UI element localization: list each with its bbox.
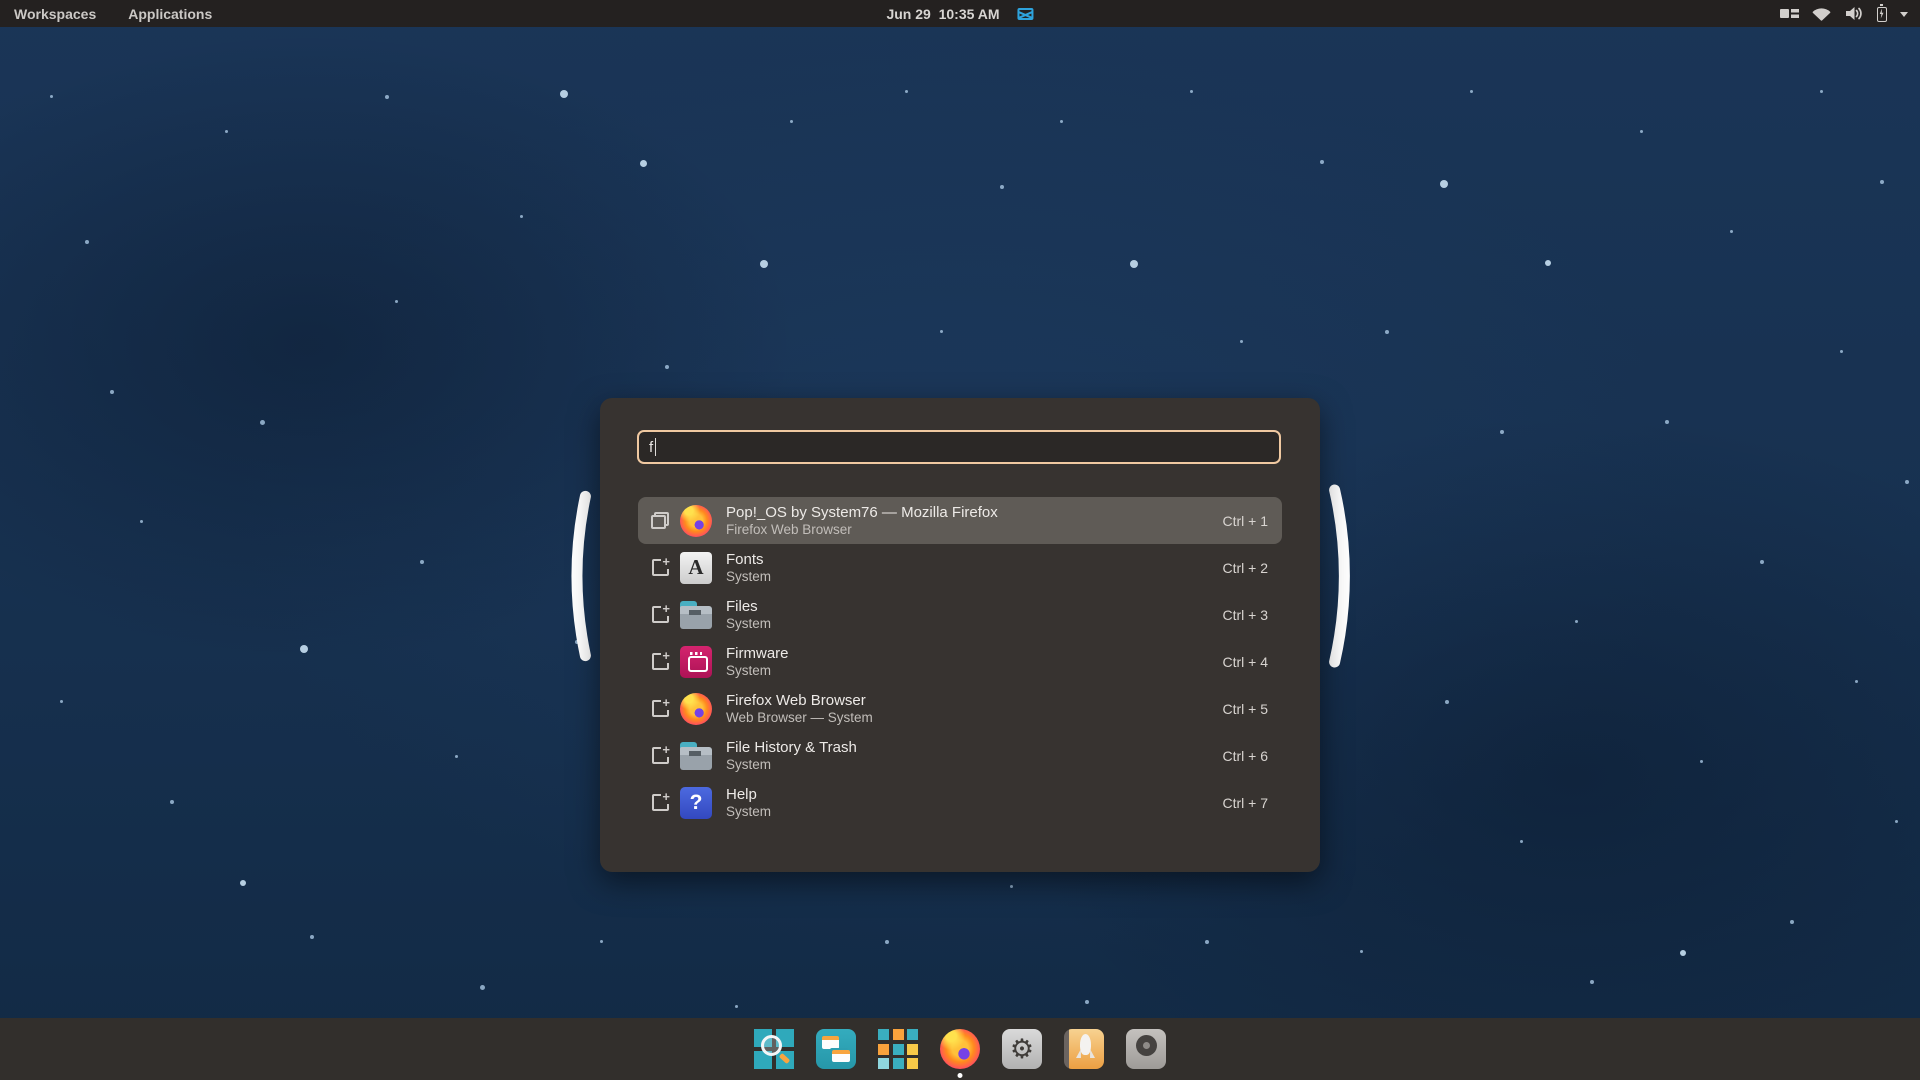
- result-subtitle: System: [726, 757, 857, 772]
- dock-item-settings[interactable]: [1002, 1029, 1042, 1069]
- result-title: Firefox Web Browser: [726, 692, 873, 709]
- chevron-down-icon[interactable]: [1900, 12, 1908, 17]
- launcher-result-row[interactable]: Firmware System Ctrl + 4: [638, 638, 1282, 685]
- result-shortcut: Ctrl + 4: [1222, 654, 1268, 670]
- launch-new-icon: [650, 605, 670, 625]
- launch-new-icon: [650, 558, 670, 578]
- result-shortcut: Ctrl + 3: [1222, 607, 1268, 623]
- switch-window-icon: [650, 511, 670, 531]
- result-subtitle: Firefox Web Browser: [726, 522, 998, 537]
- result-title: Help: [726, 786, 771, 803]
- panel-menu-workspaces[interactable]: Workspaces: [14, 6, 96, 22]
- files-icon: [680, 740, 712, 772]
- firmware-icon: [680, 646, 712, 678]
- launcher-dialog: f Pop!_OS by System76 — Mozilla Firefox …: [600, 398, 1320, 872]
- envelope-icon: [1018, 8, 1034, 20]
- launch-new-icon: [650, 652, 670, 672]
- launcher-result-row[interactable]: Fonts System Ctrl + 2: [638, 544, 1282, 591]
- wifi-icon[interactable]: [1812, 7, 1831, 21]
- dock: [0, 1018, 1920, 1080]
- battery-icon[interactable]: [1877, 7, 1887, 22]
- search-results-list: Pop!_OS by System76 — Mozilla Firefox Fi…: [638, 497, 1282, 826]
- dock-item-applications[interactable]: [878, 1029, 918, 1069]
- firefox-icon: [680, 505, 712, 537]
- result-shortcut: Ctrl + 7: [1222, 795, 1268, 811]
- tiling-indicator-icon[interactable]: [1780, 9, 1799, 18]
- dock-item-workspaces[interactable]: [816, 1029, 856, 1069]
- launcher-result-row[interactable]: Files System Ctrl + 3: [638, 591, 1282, 638]
- launch-new-icon: [650, 746, 670, 766]
- result-subtitle: Web Browser — System: [726, 710, 873, 725]
- clock-label: Jun 29 10:35 AM: [886, 6, 999, 22]
- result-title: File History & Trash: [726, 739, 857, 756]
- panel-menus: Workspaces Applications: [0, 6, 212, 22]
- result-subtitle: System: [726, 663, 789, 678]
- result-shortcut: Ctrl + 6: [1222, 748, 1268, 764]
- dock-item-firefox[interactable]: [940, 1029, 980, 1069]
- launch-new-icon: [650, 699, 670, 719]
- dock-item-launcher[interactable]: [754, 1029, 794, 1069]
- result-shortcut: Ctrl + 5: [1222, 701, 1268, 717]
- firefox-icon: [680, 693, 712, 725]
- launch-new-icon: [650, 793, 670, 813]
- launcher-result-row[interactable]: File History & Trash System Ctrl + 6: [638, 732, 1282, 779]
- files-icon: [680, 599, 712, 631]
- top-panel: Workspaces Applications Jun 29 10:35 AM: [0, 0, 1920, 27]
- result-shortcut: Ctrl + 2: [1222, 560, 1268, 576]
- clock-button[interactable]: Jun 29 10:35 AM: [886, 0, 1033, 27]
- system-status-area[interactable]: [1780, 0, 1920, 27]
- search-query-text: f: [649, 439, 653, 456]
- result-subtitle: System: [726, 569, 771, 584]
- result-shortcut: Ctrl + 1: [1222, 513, 1268, 529]
- launcher-result-row[interactable]: Pop!_OS by System76 — Mozilla Firefox Fi…: [638, 497, 1282, 544]
- volume-icon[interactable]: [1844, 6, 1864, 21]
- result-title: Fonts: [726, 551, 771, 568]
- result-subtitle: System: [726, 804, 771, 819]
- dock-item-disks[interactable]: [1126, 1029, 1166, 1069]
- fonts-icon: [680, 552, 712, 584]
- search-input[interactable]: f: [637, 430, 1281, 464]
- result-title: Files: [726, 598, 771, 615]
- running-indicator: [958, 1073, 963, 1078]
- launcher-result-row[interactable]: Firefox Web Browser Web Browser — System…: [638, 685, 1282, 732]
- desktop: Workspaces Applications Jun 29 10:35 AM f: [0, 0, 1920, 1080]
- result-title: Pop!_OS by System76 — Mozilla Firefox: [726, 504, 998, 521]
- panel-menu-applications[interactable]: Applications: [128, 6, 212, 22]
- result-subtitle: System: [726, 616, 771, 631]
- dock-item-pop-shop[interactable]: [1064, 1029, 1104, 1069]
- launcher-result-row[interactable]: Help System Ctrl + 7: [638, 779, 1282, 826]
- result-title: Firmware: [726, 645, 789, 662]
- help-icon: [680, 787, 712, 819]
